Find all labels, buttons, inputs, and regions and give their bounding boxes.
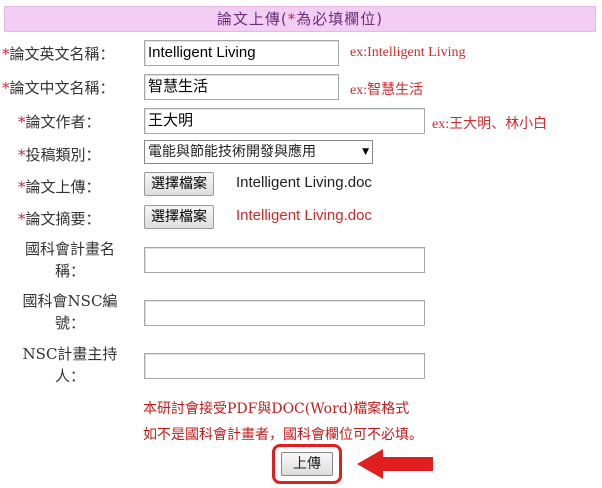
form-header: 論文上傳(*為必填欄位) xyxy=(4,6,596,32)
paper-upload-label: *論文上傳： xyxy=(18,178,101,196)
abstract-filename: Intelligent Living.doc xyxy=(236,207,372,224)
required-star: * xyxy=(2,45,10,63)
abstract-upload-label: *論文摘要： xyxy=(18,210,101,228)
required-star: * xyxy=(18,178,26,196)
upload-button[interactable]: 上傳 xyxy=(281,452,333,476)
zh-title-input[interactable]: 智慧生活 xyxy=(144,74,339,100)
category-label: *投稿類別： xyxy=(18,146,101,164)
required-star: * xyxy=(2,79,10,97)
paper-filename: Intelligent Living.doc xyxy=(236,174,372,191)
en-title-hint: ex:Intelligent Living xyxy=(350,45,466,60)
left-arrow-icon xyxy=(357,449,433,479)
form-notes: 本研討會接受PDF與DOC(Word)檔案格式 如不是國科會計畫者，國科會欄位可… xyxy=(143,396,423,448)
dropdown-arrow-icon: ▼ xyxy=(362,147,369,157)
upload-button-highlight: 上傳 xyxy=(272,444,342,484)
abstract-choose-file-button[interactable]: 選擇檔案 xyxy=(144,205,214,229)
en-title-input[interactable]: Intelligent Living xyxy=(144,40,339,66)
required-star: * xyxy=(18,146,26,164)
note-file-formats: 本研討會接受PDF與DOC(Word)檔案格式 xyxy=(143,401,410,417)
author-label: *論文作者： xyxy=(18,113,101,131)
header-title-prefix: 論文上傳( xyxy=(216,10,288,28)
category-selected-value: 電能與節能技術開發與應用 xyxy=(148,144,316,160)
required-star: * xyxy=(18,113,26,131)
zh-title-label: *論文中文名稱： xyxy=(2,79,115,97)
author-input[interactable]: 王大明 xyxy=(144,108,425,134)
nsc-number-input[interactable] xyxy=(144,300,425,326)
nsc-plan-name-label: 國科會計畫名 稱： xyxy=(24,240,115,280)
nsc-number-label: 國科會NSC編 號： xyxy=(22,292,118,332)
required-star: * xyxy=(18,210,26,228)
category-select[interactable]: 電能與節能技術開發與應用 ▼ xyxy=(144,140,373,164)
paper-choose-file-button[interactable]: 選擇檔案 xyxy=(144,172,214,196)
nsc-pi-label: NSC計畫主持 人： xyxy=(22,345,118,385)
zh-title-hint: ex:智慧生活 xyxy=(350,83,424,98)
en-title-label: *論文英文名稱： xyxy=(2,45,115,63)
author-hint: ex:王大明、林小白 xyxy=(432,117,548,132)
nsc-pi-input[interactable] xyxy=(144,353,425,379)
required-star: * xyxy=(287,10,297,28)
nsc-plan-name-input[interactable] xyxy=(144,247,425,273)
header-title-suffix: 為必填欄位) xyxy=(296,10,384,28)
